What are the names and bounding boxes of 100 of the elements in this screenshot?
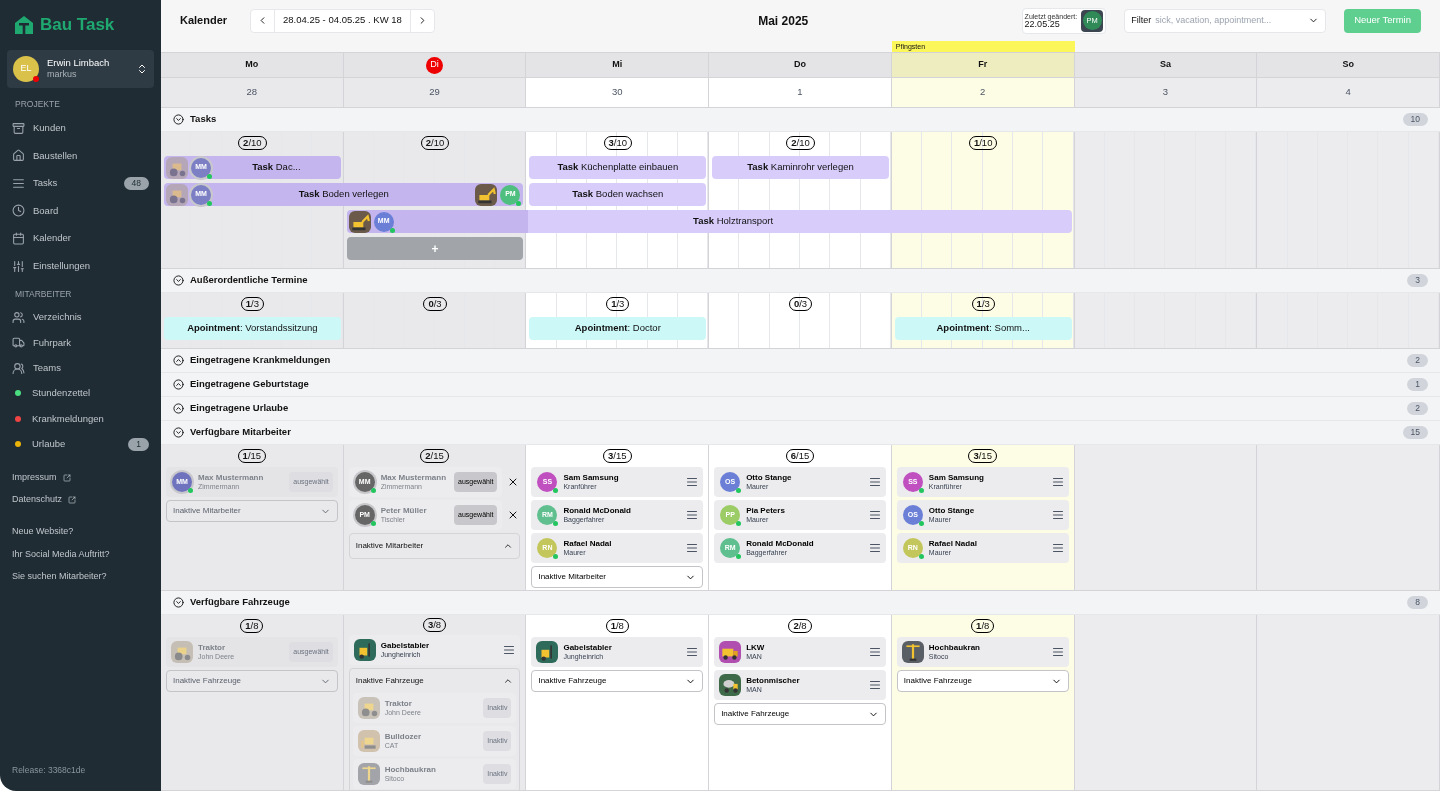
nav-item[interactable]: Fuhrpark xyxy=(7,329,154,356)
drag-handle-icon[interactable] xyxy=(868,476,881,488)
resource-name: Traktor xyxy=(384,698,413,709)
drag-handle-icon[interactable] xyxy=(868,542,881,554)
logo-icon xyxy=(14,14,34,35)
date-cell: 4 xyxy=(1257,78,1440,107)
task-bar[interactable]: Task Boden wachsen xyxy=(529,183,707,206)
nav-item[interactable]: Tasks 48 xyxy=(7,169,154,198)
user-avatar: EL xyxy=(13,55,39,82)
count-badge: 48 xyxy=(123,176,149,190)
resource-name: Bulldozer xyxy=(384,731,423,742)
section-title: Außerordentliche Termine xyxy=(190,273,309,288)
count-badge: 15 xyxy=(1402,426,1428,439)
date-cell: 28 xyxy=(161,78,344,107)
task-bar[interactable]: Task Küchenplatte einbauen xyxy=(529,156,707,179)
release-label: Release: 3368c1de xyxy=(11,764,87,777)
resource-name: Peter Müller xyxy=(380,505,428,516)
count-badge: 3 xyxy=(1407,274,1428,287)
drag-handle-icon[interactable] xyxy=(686,542,699,554)
drag-handle-icon[interactable] xyxy=(686,509,699,521)
drag-handle-icon[interactable] xyxy=(1051,542,1064,554)
nav-item[interactable]: Baustellen xyxy=(7,141,154,170)
nav-item[interactable]: Verzeichnis xyxy=(7,304,154,330)
section-title: Verfügbare Mitarbeiter xyxy=(190,425,292,440)
section-header[interactable]: Außerordentliche Termine 3 xyxy=(161,269,1440,293)
nav-item[interactable]: Board xyxy=(7,197,154,225)
section-title: Eingetragene Krankmeldungen xyxy=(190,353,332,368)
box-icon xyxy=(12,121,25,135)
user-switcher[interactable]: EL Erwin Limbach markus xyxy=(7,49,154,88)
drag-handle-icon[interactable] xyxy=(686,476,699,488)
house-icon xyxy=(12,149,25,163)
resource-name: Ronald McDonald xyxy=(746,538,815,549)
date-cell: 3 xyxy=(1074,78,1258,107)
appointment-bar[interactable]: Apointment: Somm... xyxy=(894,317,1072,340)
section-header[interactable]: Eingetragene Geburtstage 1 xyxy=(161,373,1440,397)
resource-name: Max Mustermann xyxy=(380,472,448,483)
calendar-icon xyxy=(12,231,25,245)
user-handle: markus xyxy=(47,68,78,81)
resource-name: Hochbaukran xyxy=(928,642,981,653)
promo-link[interactable]: Sie suchen Mitarbeiter? xyxy=(7,565,154,589)
section-header[interactable]: Verfügbare Mitarbeiter 15 xyxy=(161,421,1440,445)
resource-name: Sam Samsung xyxy=(563,472,620,483)
filter-select[interactable]: Filter sick, vacation, appointment... xyxy=(1124,8,1327,33)
tractor-icon xyxy=(171,641,193,663)
weekday-label: Fr xyxy=(978,58,988,72)
section-header[interactable]: Eingetragene Krankmeldungen 2 xyxy=(161,349,1440,373)
team-icon xyxy=(12,361,25,375)
footer-link[interactable]: Datenschutz xyxy=(7,488,154,511)
nav-item[interactable]: Urlaube 1 xyxy=(7,431,154,457)
section-header[interactable]: Eingetragene Urlaube 2 xyxy=(161,397,1440,421)
nav-item[interactable]: Krankmeldungen xyxy=(7,406,154,432)
nav-item[interactable]: Einstellungen xyxy=(7,252,154,280)
drag-handle-icon[interactable] xyxy=(868,679,881,691)
section-title: Eingetragene Urlaube xyxy=(190,401,290,416)
crane-icon xyxy=(357,763,380,785)
section-title: Tasks xyxy=(190,112,218,127)
external-link-icon xyxy=(68,495,77,504)
count-badge: 1 xyxy=(128,437,149,451)
task-bar[interactable]: Task Kaminrohr verlegen xyxy=(712,156,889,179)
forklift-icon xyxy=(353,639,376,661)
chevron-up-icon xyxy=(503,676,514,686)
nav-item[interactable]: Kunden xyxy=(7,114,154,142)
section-header[interactable]: Verfügbare Fahrzeuge 8 xyxy=(161,591,1440,615)
drag-handle-icon[interactable] xyxy=(686,646,699,658)
external-link-icon xyxy=(62,473,71,482)
drag-handle-icon[interactable] xyxy=(1051,476,1064,488)
truck-icon xyxy=(12,336,25,350)
sliders-icon xyxy=(12,259,25,273)
resource-name: Rafael Nadal xyxy=(563,538,613,549)
weekday-label: Mi xyxy=(612,58,623,72)
resource-name: Pia Peters xyxy=(746,505,786,516)
promo-link[interactable]: Ihr Social Media Auftritt? xyxy=(7,543,154,566)
crane-icon xyxy=(901,641,924,663)
appointment-bar[interactable]: Apointment: Vorstandssitzung xyxy=(164,317,341,340)
drag-handle-icon[interactable] xyxy=(868,646,881,658)
group-label: PROJEKTE xyxy=(14,97,61,111)
resource-name: Rafael Nadal xyxy=(928,538,978,549)
tractor-icon xyxy=(357,697,380,719)
footer-link[interactable]: Impressum xyxy=(7,466,154,489)
drag-handle-icon[interactable] xyxy=(1051,646,1064,658)
count-badge: 8 xyxy=(1407,596,1428,609)
nav-item[interactable]: Kalender xyxy=(7,224,154,253)
resource-name: Otto Stange xyxy=(746,472,793,483)
count-badge: 2 xyxy=(1407,354,1428,367)
count-badge: 1 xyxy=(1407,378,1428,391)
drag-handle-icon[interactable] xyxy=(868,509,881,521)
clock-icon xyxy=(12,204,25,218)
drag-handle-icon[interactable] xyxy=(503,644,516,656)
promo-link[interactable]: Neue Website? xyxy=(7,520,154,544)
appointment-bar[interactable]: Apointment: Doctor xyxy=(529,317,707,340)
nav-item[interactable]: Teams xyxy=(7,355,154,381)
nav-item[interactable]: Stundenzettel xyxy=(7,380,154,407)
date-cell: 29 xyxy=(343,78,527,107)
user-name: Erwin Limbach xyxy=(47,56,111,69)
drag-handle-icon[interactable] xyxy=(1051,509,1064,521)
weekday-label: So xyxy=(1342,58,1354,72)
list-icon xyxy=(12,176,25,190)
bulldozer-icon xyxy=(357,730,380,752)
resource-name: Hochbaukran xyxy=(384,764,437,775)
section-header[interactable]: Tasks 10 xyxy=(161,108,1440,132)
